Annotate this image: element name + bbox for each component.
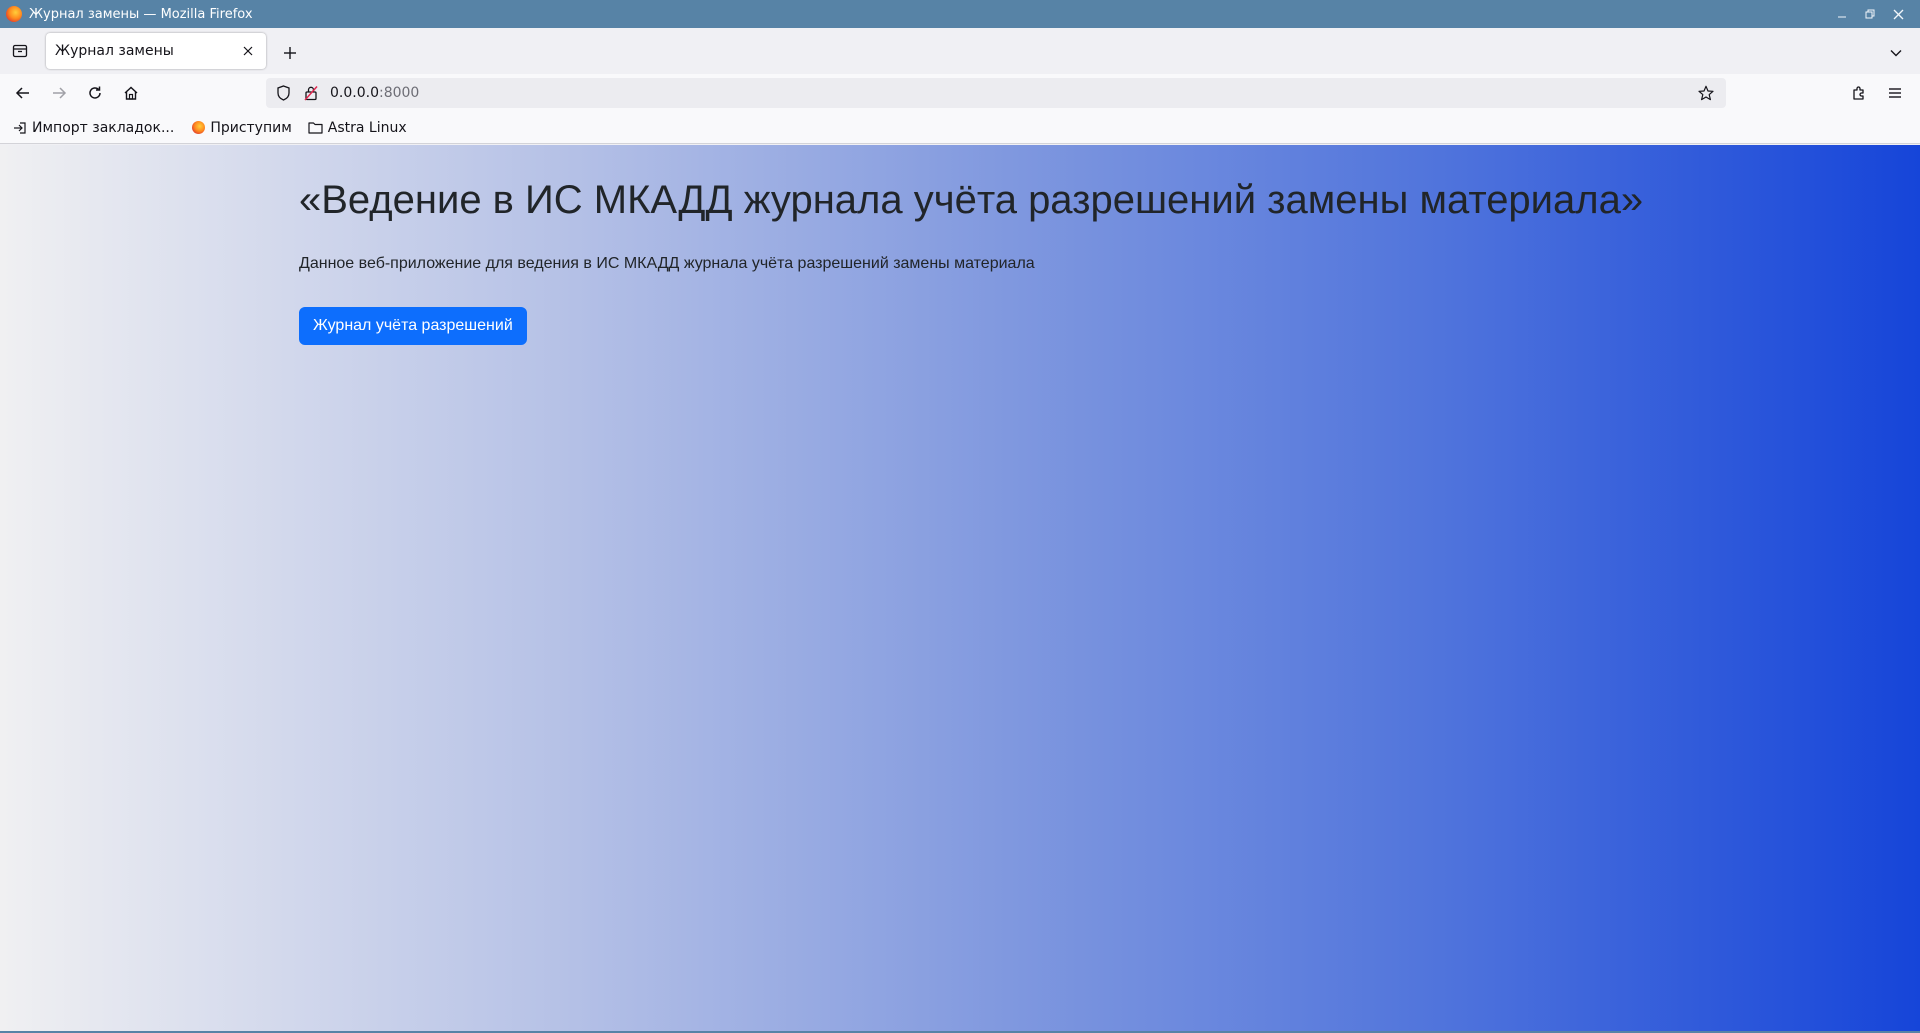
forward-arrow-icon	[53, 87, 67, 99]
app-menu-button[interactable]	[1881, 79, 1909, 107]
close-icon	[243, 46, 253, 56]
puzzle-icon	[1853, 86, 1864, 100]
back-button[interactable]	[9, 79, 37, 107]
list-all-tabs-button[interactable]	[1884, 41, 1908, 65]
home-button[interactable]	[117, 79, 145, 107]
extensions-button[interactable]	[1845, 79, 1873, 107]
bookmark-getting-started[interactable]: Приступим	[186, 116, 295, 140]
star-icon	[1698, 85, 1714, 101]
tab-strip: Журнал замены	[0, 28, 1920, 74]
forward-button[interactable]	[45, 79, 73, 107]
tab-label: Журнал замены	[55, 43, 174, 59]
tracking-protection-shield-icon[interactable]	[274, 84, 292, 102]
page-content: «Ведение в ИС МКАДД журнала учёта разреш…	[0, 145, 1920, 1033]
home-icon	[124, 86, 138, 100]
reload-icon	[89, 86, 101, 99]
page-title: «Ведение в ИС МКАДД журнала учёта разреш…	[299, 178, 1644, 222]
navigation-toolbar: 0.0.0.0:8000	[0, 74, 1920, 112]
firefox-icon	[190, 120, 206, 136]
firefox-icon	[6, 6, 22, 22]
firefox-view-button[interactable]	[0, 28, 40, 74]
chevron-down-icon	[1890, 50, 1902, 57]
bookmark-star-button[interactable]	[1692, 79, 1720, 107]
restore-button[interactable]	[1856, 0, 1884, 28]
window-titlebar: Журнал замены — Mozilla Firefox	[0, 0, 1920, 28]
address-bar[interactable]: 0.0.0.0:8000	[266, 78, 1726, 108]
bookmark-import[interactable]: Импорт закладок...	[8, 116, 178, 140]
close-icon	[1893, 9, 1903, 19]
permits-journal-button[interactable]: Журнал учёта разрешений	[299, 307, 527, 345]
bookmark-label: Импорт закладок...	[32, 119, 175, 136]
back-arrow-icon	[15, 87, 29, 99]
tab-zhurnal-zameny[interactable]: Журнал замены	[46, 33, 266, 69]
bookmark-folder-astra-linux[interactable]: Astra Linux	[304, 116, 411, 140]
bookmark-label: Astra Linux	[327, 119, 407, 136]
bookmark-label: Приступим	[210, 119, 292, 136]
restore-icon	[1865, 9, 1875, 19]
page-description: Данное веб-приложение для ведения в ИС М…	[299, 255, 1035, 272]
reload-button[interactable]	[81, 79, 109, 107]
url-host: 0.0.0.0	[330, 85, 379, 101]
plus-icon	[284, 47, 296, 59]
firefox-view-icon	[12, 44, 28, 58]
hamburger-menu-icon	[1889, 88, 1901, 98]
url-port: :8000	[378, 85, 420, 101]
window-title: Журнал замены — Mozilla Firefox	[29, 6, 253, 22]
import-icon	[12, 120, 28, 136]
minimize-icon	[1838, 16, 1846, 18]
tab-close-button[interactable]	[238, 41, 258, 61]
insecure-lock-icon[interactable]	[302, 84, 320, 102]
close-window-button[interactable]	[1884, 0, 1912, 28]
new-tab-button[interactable]	[278, 41, 302, 65]
window-controls	[1828, 0, 1912, 28]
bookmarks-toolbar: Импорт закладок... Приступим Astra Linux	[0, 112, 1920, 144]
minimize-button[interactable]	[1828, 0, 1856, 28]
folder-icon	[308, 120, 324, 136]
